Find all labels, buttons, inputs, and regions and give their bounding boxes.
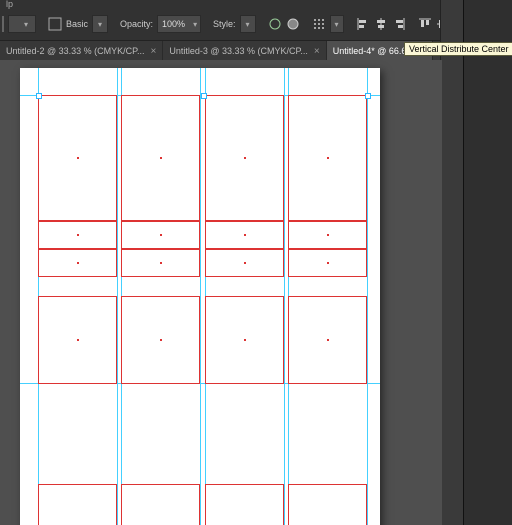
hyperlink-icon[interactable] <box>267 15 283 33</box>
panel-dock[interactable] <box>463 0 512 525</box>
graphic-style-dropdown[interactable]: ▾ <box>92 15 108 33</box>
stroke-weight-dropdown[interactable]: ▾ <box>8 15 36 33</box>
image-frame[interactable] <box>38 296 117 384</box>
image-frame[interactable] <box>205 296 284 384</box>
close-icon[interactable]: × <box>314 46 320 57</box>
image-frame[interactable] <box>121 221 200 249</box>
image-frame[interactable] <box>288 221 367 249</box>
image-frame[interactable] <box>38 95 117 221</box>
image-frame[interactable] <box>121 296 200 384</box>
points-menu-dropdown[interactable]: ▾ <box>330 15 344 33</box>
document-tab[interactable]: Untitled-2 @ 33.33 % (CMYK/CP... × <box>0 41 163 61</box>
options-bar: ▾ Basic ▾ Opacity: 100%▾ Style: ▾ ▾ Tran <box>0 8 512 41</box>
document-tab[interactable]: Untitled-3 @ 33.33 % (CMYK/CP... × <box>163 41 326 61</box>
align-left-icon[interactable] <box>355 15 371 33</box>
object-style-dropdown[interactable]: ▾ <box>240 15 256 33</box>
style-label: Style: <box>213 19 236 29</box>
image-frame[interactable] <box>205 484 284 525</box>
opacity-field[interactable]: 100%▾ <box>157 15 201 33</box>
collapsed-panel-dock[interactable] <box>440 0 464 525</box>
canvas-area[interactable] <box>0 60 442 525</box>
stroke-none-swatch[interactable] <box>2 16 4 32</box>
points-menu-icon[interactable] <box>311 15 327 33</box>
selection-handle[interactable] <box>201 93 207 99</box>
image-frame[interactable] <box>121 95 200 221</box>
image-frame[interactable] <box>38 249 117 277</box>
image-frame[interactable] <box>121 249 200 277</box>
tab-label: Untitled-4* @ 66.6... <box>333 46 414 56</box>
image-frame[interactable] <box>288 95 367 221</box>
image-frame[interactable] <box>121 484 200 525</box>
image-frame[interactable] <box>38 484 117 525</box>
menubar-fragment: lp <box>0 0 512 8</box>
align-top-icon[interactable] <box>417 15 433 33</box>
image-frame[interactable] <box>288 296 367 384</box>
graphic-style-icon[interactable] <box>47 15 63 33</box>
image-frame[interactable] <box>38 221 117 249</box>
close-icon[interactable]: × <box>151 46 157 57</box>
basic-label: Basic <box>66 19 88 29</box>
tooltip: Vertical Distribute Center <box>404 42 512 56</box>
align-horizontal-center-icon[interactable] <box>373 15 389 33</box>
tab-label: Untitled-2 @ 33.33 % (CMYK/CP... <box>6 46 145 56</box>
image-frame[interactable] <box>205 221 284 249</box>
tab-label: Untitled-3 @ 33.33 % (CMYK/CP... <box>169 46 308 56</box>
opacity-value: 100% <box>158 19 189 29</box>
image-frame[interactable] <box>205 95 284 221</box>
image-frame[interactable] <box>288 249 367 277</box>
opacity-label: Opacity: <box>120 19 153 29</box>
effects-icon[interactable] <box>285 15 301 33</box>
selection-handle[interactable] <box>365 93 371 99</box>
selection-handle[interactable] <box>36 93 42 99</box>
image-frame[interactable] <box>205 249 284 277</box>
align-right-icon[interactable] <box>391 15 407 33</box>
page[interactable] <box>20 68 380 525</box>
image-frame[interactable] <box>288 484 367 525</box>
